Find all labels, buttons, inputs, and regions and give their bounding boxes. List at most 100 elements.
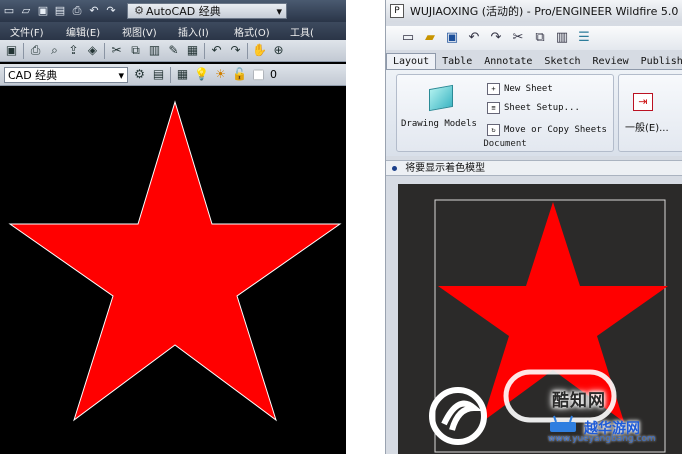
menu-file[interactable]: 文件(F) [0, 24, 56, 39]
watermark-site: www.yueyangbang.com [548, 434, 656, 444]
watermark-logo-swirl [441, 400, 482, 431]
open-icon[interactable]: ▱ [19, 4, 33, 18]
drawing-models-label: Drawing Models [401, 119, 477, 129]
tab-publish[interactable]: Publish [635, 56, 682, 69]
publish-icon[interactable]: ⇪ [66, 43, 81, 58]
zoom-icon[interactable]: ⊕ [271, 43, 286, 58]
workspace-select-value: AutoCAD 经典 [146, 5, 221, 18]
quick-toolbar: ▭ ▰ ▣ ↶ ↷ ✂ ⧉ ▥ ☰ [386, 26, 682, 50]
menu-insert[interactable]: 插入(I) [168, 24, 224, 39]
pan-icon[interactable]: ✋ [252, 43, 267, 58]
window-title: WUJIAOXING (活动的) - Pro/ENGINEER Wildfire… [410, 5, 679, 18]
cut-icon[interactable]: ✂ [109, 43, 124, 58]
menu-edit[interactable]: 编辑(E) [56, 24, 112, 39]
star-drawing [8, 100, 342, 422]
ribbon-tabs: Layout Table Annotate Sketch Review Publ… [386, 51, 682, 69]
layer-value: 0 [270, 68, 277, 81]
redo-icon[interactable]: ↷ [228, 43, 243, 58]
sheet-setup-button[interactable]: ≡ Sheet Setup... [487, 102, 580, 114]
tab-layout[interactable]: Layout [386, 53, 437, 69]
toolbar-separator [104, 42, 105, 59]
color-swatch-icon: ■ [252, 67, 265, 81]
redo-icon[interactable]: ↷ [104, 4, 118, 18]
save-as-icon[interactable]: ▤ [53, 4, 67, 18]
workspace-icon[interactable]: ▤ [151, 67, 166, 82]
standard-toolbar: ▣ ⎙ ⌕ ⇪ ◈ ✂ ⧉ ▥ ✎ ▦ ↶ ↷ ✋ ⊕ [0, 40, 346, 62]
toolbar-separator [170, 66, 171, 83]
save-icon[interactable]: ▣ [36, 4, 50, 18]
message-area: 将要显示着色模型 [386, 160, 682, 176]
3d-icon[interactable]: ◈ [85, 43, 100, 58]
new-sheet-button[interactable]: + New Sheet [487, 83, 553, 95]
sun-icon[interactable]: ☀ [213, 67, 228, 82]
new-icon[interactable]: ▭ [2, 4, 16, 18]
workspace-toolbar-select[interactable]: CAD 经典 ▾ [4, 66, 128, 83]
new-sheet-icon: + [487, 83, 500, 95]
block-icon[interactable]: ▦ [185, 43, 200, 58]
router-antenna [553, 415, 573, 423]
layers-icon[interactable]: ☰ [576, 30, 592, 46]
new-sheet-label: New Sheet [504, 84, 553, 94]
gear-icon: ⚙ [134, 4, 144, 17]
cut-icon[interactable]: ✂ [510, 30, 526, 46]
router-icon [550, 415, 576, 432]
lock-icon[interactable]: 🔓 [232, 67, 247, 82]
gear-icon[interactable]: ⚙ [132, 67, 147, 82]
move-sheets-icon: ↻ [487, 124, 500, 136]
menu-view[interactable]: 视图(V) [112, 24, 168, 39]
menu-bar: 文件(F) 编辑(E) 视图(V) 插入(I) 格式(O) 工具( [0, 22, 346, 40]
workspace-toolbar-value: CAD 经典 [8, 68, 58, 82]
save-icon[interactable]: ▣ [444, 30, 460, 46]
workspace-toolbar: CAD 经典 ▾ ⚙ ▤ ▦ 💡 ☀ 🔓 ■ 0 [0, 64, 346, 86]
print-icon[interactable]: ⎙ [28, 43, 43, 58]
preview-icon[interactable]: ⌕ [47, 43, 62, 58]
toolbar-separator [247, 42, 248, 59]
quick-access-toolbar: ▭ ▱ ▣ ▤ ⎙ ↶ ↷ ⚙ AutoCAD 经典 ▾ [0, 0, 346, 22]
paste-icon[interactable]: ▥ [554, 30, 570, 46]
autocad-window: ▭ ▱ ▣ ▤ ⎙ ↶ ↷ ⚙ AutoCAD 经典 ▾ 文件(F) 编辑(E)… [0, 0, 346, 454]
document-group-label: Document [483, 139, 527, 149]
chevron-down-icon: ▾ [276, 4, 282, 18]
open-icon[interactable]: ▰ [422, 30, 438, 46]
redo-icon[interactable]: ↷ [488, 30, 504, 46]
message-bullet-icon [392, 165, 397, 171]
paste-icon[interactable]: ▥ [147, 43, 162, 58]
tab-review[interactable]: Review [587, 56, 635, 69]
save-icon[interactable]: ▣ [4, 43, 19, 58]
move-copy-sheets-button[interactable]: ↻ Move or Copy Sheets [487, 124, 607, 136]
undo-icon[interactable]: ↶ [87, 4, 101, 18]
chevron-down-icon: ▾ [118, 68, 124, 82]
move-copy-sheets-label: Move or Copy Sheets [504, 125, 607, 135]
window-title-bar: P WUJIAOXING (活动的) - Pro/ENGINEER Wildfi… [386, 0, 682, 22]
drawing-canvas[interactable] [0, 88, 346, 454]
print-icon[interactable]: ⎙ [70, 4, 84, 18]
lightbulb-icon[interactable]: 💡 [194, 67, 209, 82]
general-view-icon: ⇥ [633, 93, 653, 111]
layer-manager-icon[interactable]: ▦ [175, 67, 190, 82]
menu-format[interactable]: 格式(O) [224, 24, 280, 39]
sheet-setup-icon: ≡ [487, 102, 500, 114]
toolbar-separator [204, 42, 205, 59]
workspace-select[interactable]: ⚙ AutoCAD 经典 ▾ [127, 3, 287, 19]
copy-icon[interactable]: ⧉ [128, 43, 143, 58]
sheet-setup-label: Sheet Setup... [504, 103, 580, 113]
tab-annotate[interactable]: Annotate [478, 56, 538, 69]
new-icon[interactable]: ▭ [400, 30, 416, 46]
toolbar-separator [23, 42, 24, 59]
tab-sketch[interactable]: Sketch [538, 56, 586, 69]
router-body [550, 422, 576, 432]
copy-icon[interactable]: ⧉ [532, 30, 548, 46]
match-icon[interactable]: ✎ [166, 43, 181, 58]
watermark-logo [429, 387, 487, 445]
undo-icon[interactable]: ↶ [466, 30, 482, 46]
document-group: Drawing Models + New Sheet ≡ Sheet Setup… [396, 74, 614, 152]
drawing-models-icon [429, 84, 453, 112]
five-point-star [8, 100, 342, 422]
general-label: 一般(E)... [625, 123, 669, 134]
general-group: ⇥ 一般(E)... [618, 74, 682, 152]
undo-icon[interactable]: ↶ [209, 43, 224, 58]
message-text: 将要显示着色模型 [405, 163, 486, 174]
tab-table[interactable]: Table [436, 56, 478, 69]
watermark-text: 酷知网 [552, 391, 606, 411]
menu-tools[interactable]: 工具( [280, 24, 336, 39]
